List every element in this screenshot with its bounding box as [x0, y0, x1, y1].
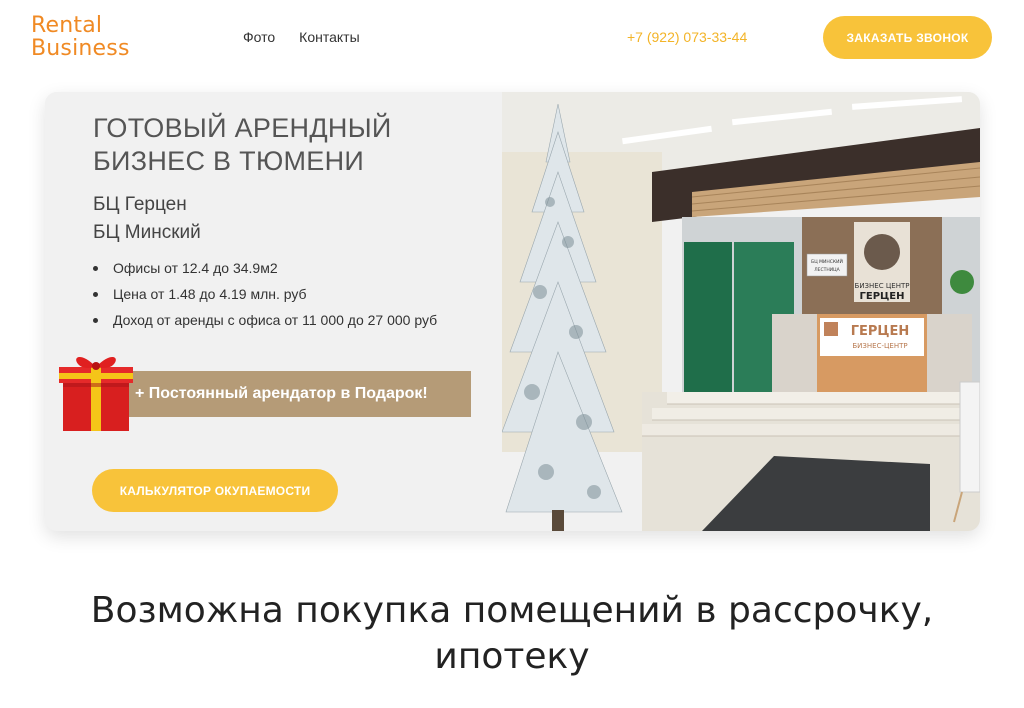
promo-banner: + Постоянный арендатор в Подарок!	[125, 371, 471, 417]
logo-line-1: Rental	[31, 13, 103, 38]
hero-info-panel: ГОТОВЫЙ АРЕНДНЫЙ БИЗНЕС В ТЮМЕНИ БЦ Герц…	[45, 92, 502, 531]
direction-sign-line-1: БЦ МИНСКИЙ	[811, 258, 843, 265]
hero-title: ГОТОВЫЙ АРЕНДНЫЙ БИЗНЕС В ТЮМЕНИ	[93, 113, 392, 176]
main-nav: Фото Контакты	[243, 29, 360, 45]
logo-line-2: Business	[31, 36, 130, 61]
gift-icon	[59, 356, 133, 431]
installment-heading-line-2: ипотеку	[434, 636, 590, 677]
desk-sign-sub: БИЗНЕС-ЦЕНТР	[852, 342, 907, 350]
logo[interactable]: Rental Business	[31, 14, 130, 60]
installment-heading: Возможна покупка помещений в рассрочку, …	[0, 588, 1024, 680]
business-center-lobby-photo: БИЗНЕС ЦЕНТР ГЕРЦЕН БЦ МИНСКИЙ ЛЕСТНИЦА …	[502, 92, 980, 531]
wall-sign-top: БИЗНЕС ЦЕНТР	[855, 282, 910, 290]
bullet-income: Доход от аренды с офиса от 11 000 до 27 …	[93, 310, 437, 336]
bullet-price: Цена от 1.48 до 4.19 млн. руб	[93, 284, 437, 310]
hero-subtitle-gertsen: БЦ Герцен	[93, 194, 187, 215]
direction-sign-line-2: ЛЕСТНИЦА	[814, 267, 840, 273]
wall-sign-main: ГЕРЦЕН	[859, 291, 904, 302]
desk-sign-main: ГЕРЦЕН	[851, 324, 910, 339]
payback-calculator-button[interactable]: КАЛЬКУЛЯТОР ОКУПАЕМОСТИ	[92, 469, 338, 512]
hero-subtitle-minsky: БЦ Минский	[93, 222, 201, 243]
order-call-button[interactable]: ЗАКАЗАТЬ ЗВОНОК	[823, 16, 992, 59]
promo-text: + Постоянный арендатор в Подарок!	[135, 385, 428, 402]
installment-heading-line-1: Возможна покупка помещений в рассрочку,	[90, 590, 934, 631]
nav-link-contacts[interactable]: Контакты	[299, 29, 359, 45]
bullet-offices: Офисы от 12.4 до 34.9м2	[93, 258, 437, 284]
hero-bullet-list: Офисы от 12.4 до 34.9м2 Цена от 1.48 до …	[93, 258, 437, 336]
phone-number[interactable]: +7 (922) 073-33-44	[627, 29, 747, 45]
nav-link-photo[interactable]: Фото	[243, 29, 275, 45]
hero-card: ГОТОВЫЙ АРЕНДНЫЙ БИЗНЕС В ТЮМЕНИ БЦ Герц…	[45, 92, 980, 531]
